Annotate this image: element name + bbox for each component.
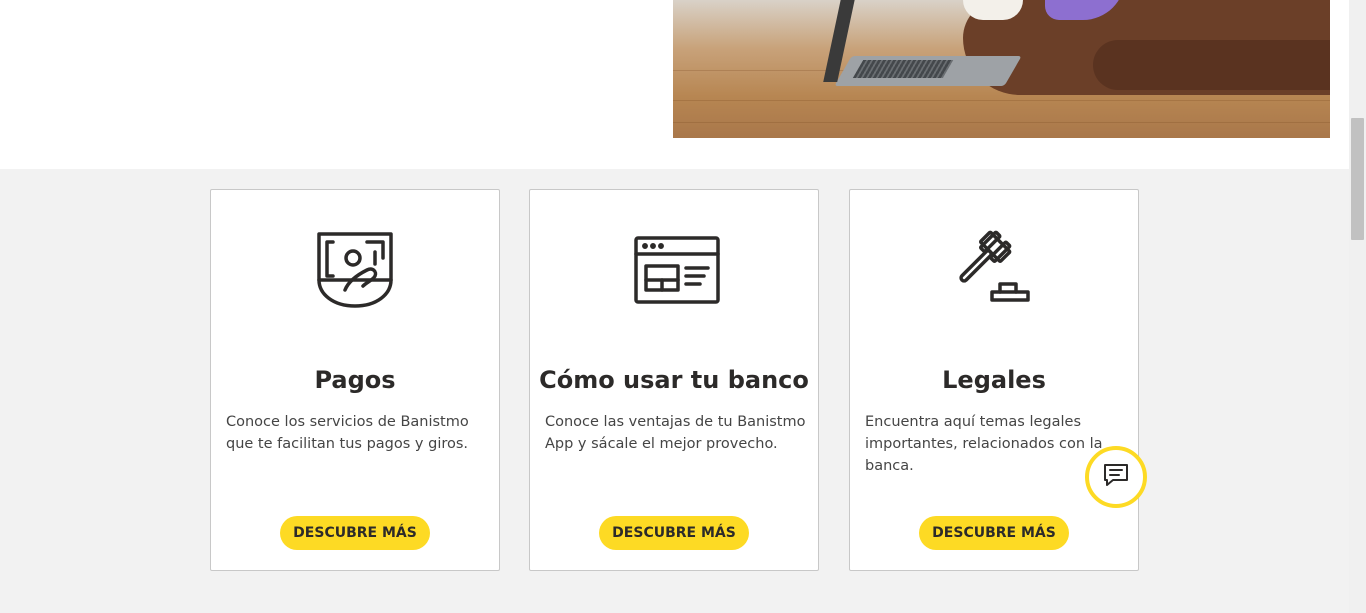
hero-photo — [673, 0, 1330, 138]
card-title: Pagos — [314, 366, 396, 394]
discover-more-button[interactable]: DESCUBRE MÁS — [280, 516, 430, 550]
card-title: Cómo usar tu banco — [539, 366, 809, 394]
scrollbar-thumb[interactable] — [1351, 118, 1364, 240]
discover-more-button[interactable]: DESCUBRE MÁS — [599, 516, 749, 550]
card-description: Conoce los servicios de Banistmo que te … — [226, 414, 469, 452]
card-como-usar-tu-banco: Cómo usar tu banco Conoce las ventajas d… — [529, 189, 819, 571]
card-pagos: Pagos Conoce los servicios de Banistmo q… — [210, 189, 500, 571]
card-legales: Legales Encuentra aquí temas legales imp… — [849, 189, 1139, 571]
card-description: Conoce las ventajas de tu Banistmo App y… — [545, 414, 806, 452]
gavel-icon — [954, 230, 1034, 310]
discover-more-button[interactable]: DESCUBRE MÁS — [919, 516, 1069, 550]
chat-button[interactable] — [1085, 446, 1147, 508]
chat-bubble-icon — [1102, 461, 1130, 493]
card-title: Legales — [942, 366, 1046, 394]
top-section — [0, 0, 1349, 169]
payments-hand-icon — [315, 230, 395, 310]
page-scrollbar[interactable] — [1349, 0, 1366, 613]
browser-window-icon — [634, 230, 720, 310]
